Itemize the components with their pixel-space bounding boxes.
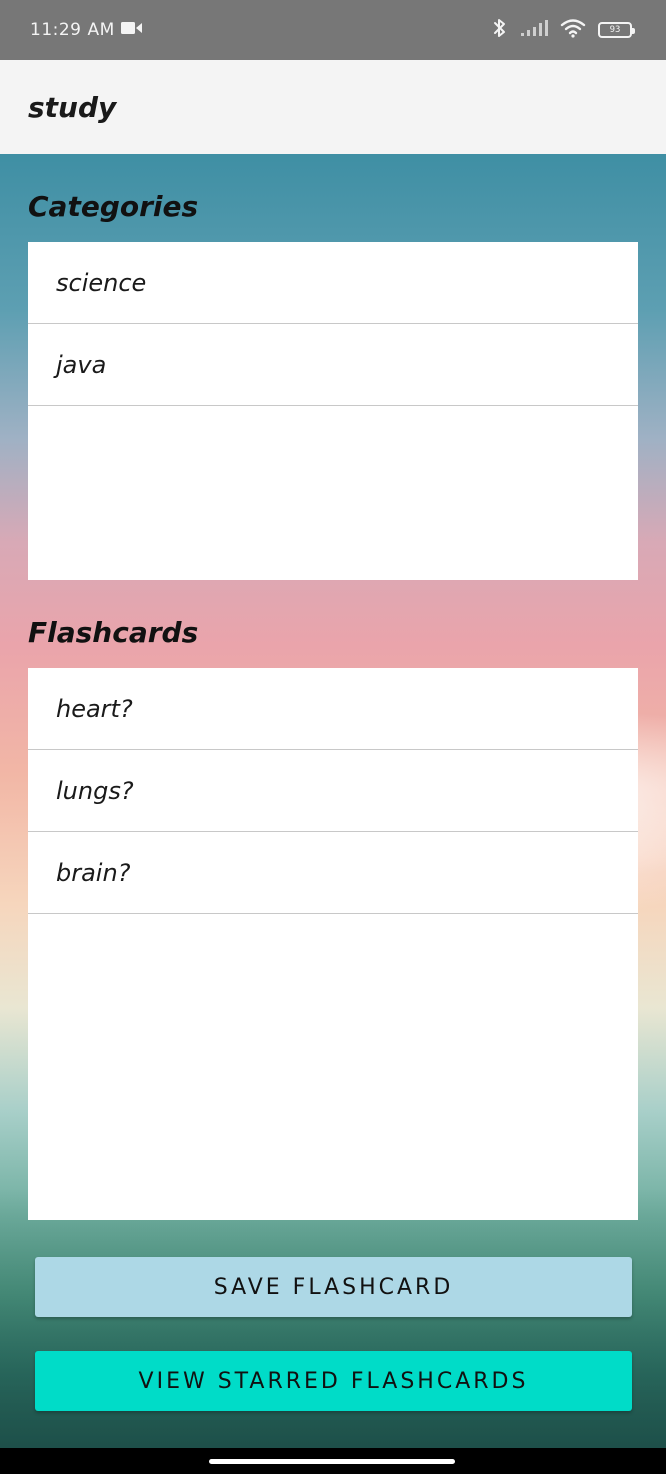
navigation-bar [0,1448,666,1474]
flashcard-label: heart? [56,694,133,723]
home-indicator[interactable] [209,1459,455,1464]
battery-level: 93 [609,25,621,35]
flashcard-item[interactable]: brain? [28,832,638,914]
flashcard-item[interactable]: lungs? [28,750,638,832]
status-ampm: AM [87,20,115,40]
category-item[interactable]: java [28,324,638,406]
app-bar: study [0,60,666,154]
wifi-icon [560,18,586,42]
category-item[interactable]: science [28,242,638,324]
categories-title: Categories [28,190,199,223]
phone-screen: 11:29 AM 93 study Categories science jav… [0,0,666,1474]
app-title: study [28,90,117,124]
flashcards-list[interactable]: heart? lungs? brain? [28,668,638,1220]
flashcards-title: Flashcards [28,616,199,649]
save-flashcard-button[interactable]: SAVE FLASHCARD [35,1257,632,1317]
status-bar: 11:29 AM 93 [0,0,666,60]
view-starred-flashcards-button[interactable]: VIEW STARRED FLASHCARDS [35,1351,632,1411]
flashcard-label: brain? [56,858,131,887]
category-label: java [56,350,107,379]
status-right: 93 [492,17,635,43]
bluetooth-icon [492,17,508,43]
flashcard-item[interactable]: heart? [28,668,638,750]
status-left: 11:29 AM [30,20,143,40]
flashcard-label: lungs? [56,776,134,805]
signal-icon [520,19,548,41]
status-time: 11:29 [30,20,82,40]
category-label: science [56,268,147,297]
battery-icon: 93 [598,22,635,38]
content-area: Categories science java Flashcards heart… [0,154,666,1448]
video-camera-icon [120,20,143,40]
categories-list[interactable]: science java [28,242,638,580]
